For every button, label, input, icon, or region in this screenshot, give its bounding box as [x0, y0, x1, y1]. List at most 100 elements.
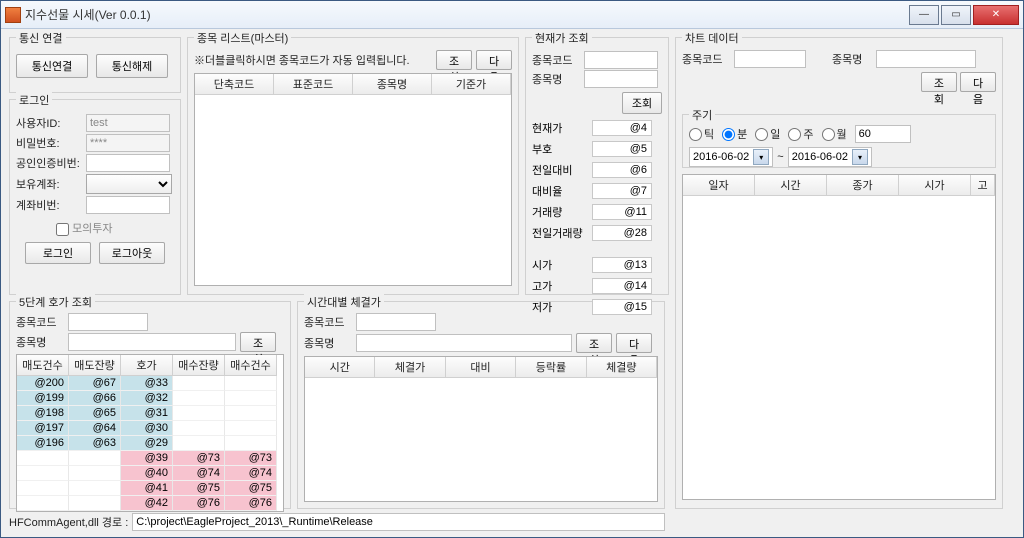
date-to[interactable]: 2016-06-02 ▾ — [788, 147, 872, 167]
table-cell — [173, 421, 225, 436]
cur-code-input[interactable] — [584, 51, 658, 69]
table-cell — [225, 376, 277, 391]
group-period: 주기 틱분일주월 2016-06-02 ▾ ~ 2016-06-02 — [682, 114, 996, 168]
tt-name-input[interactable] — [356, 334, 572, 352]
tt-code-input[interactable] — [356, 313, 436, 331]
ch-col-4: 고 — [971, 175, 995, 196]
disconnect-button[interactable]: 통신해제 — [96, 54, 168, 78]
fivestep-table[interactable]: 매도건수 매도잔량 호가 매수잔량 매수건수 @200@67@33@199@66… — [16, 354, 284, 512]
master-next-button[interactable]: 다음 — [476, 50, 512, 70]
period-option[interactable]: 주 — [788, 126, 813, 142]
table-cell: @64 — [69, 421, 121, 436]
maximize-button[interactable]: ▭ — [941, 5, 971, 25]
table-cell — [69, 451, 121, 466]
fivestep-name-label: 종목명 — [16, 334, 68, 350]
master-col-0: 단축코드 — [195, 74, 274, 95]
group-master: 종목 리스트(마스터) ※더블클릭하시면 종목코드가 자동 입력됩니다. 조회 … — [187, 37, 519, 295]
master-table[interactable]: 단축코드 표준코드 종목명 기준가 — [194, 73, 512, 286]
table-cell — [17, 511, 69, 512]
table-cell: @196 — [17, 436, 69, 451]
table-cell: @40 — [121, 466, 173, 481]
period-option[interactable]: 월 — [822, 126, 847, 142]
tt-query-button[interactable]: 조회 — [576, 333, 612, 353]
account-combo[interactable] — [86, 174, 172, 194]
kv-label: 저가 — [532, 299, 592, 315]
fivestep-name-input[interactable] — [68, 333, 236, 351]
chart-code-label: 종목코드 — [682, 51, 730, 67]
kv-value: @7 — [592, 183, 652, 199]
password-label: 비밀번호: — [16, 135, 86, 151]
table-cell — [69, 496, 121, 511]
table-cell — [173, 376, 225, 391]
chart-name-input[interactable] — [876, 50, 976, 68]
group-login-label: 로그인 — [16, 92, 52, 108]
period-option[interactable]: 틱 — [689, 126, 714, 142]
accountpw-label: 계좌비번: — [16, 197, 86, 213]
app-icon — [5, 7, 21, 23]
fivestep-query-button[interactable]: 조회 — [240, 332, 276, 352]
group-fivestep-label: 5단계 호가 조회 — [16, 294, 95, 310]
fs-col-2: 호가 — [121, 355, 173, 376]
table-cell — [173, 391, 225, 406]
period-option[interactable]: 분 — [722, 126, 747, 142]
calendar-icon[interactable]: ▾ — [852, 149, 868, 165]
table-cell: @76 — [173, 496, 225, 511]
footer-label: HFCommAgent,dll 경로 : — [9, 514, 128, 530]
tt-name-label: 종목명 — [304, 335, 356, 351]
window-title: 지수선물 시세(Ver 0.0.1) — [25, 6, 907, 23]
tt-table[interactable]: 시간 체결가 대비 등락률 체결량 — [304, 356, 658, 502]
table-cell — [225, 421, 277, 436]
footer-path[interactable] — [132, 513, 665, 531]
password-field[interactable] — [86, 134, 170, 152]
ch-col-3: 시가 — [899, 175, 971, 196]
group-chart: 차트 데이터 종목코드 종목명 조회 다음 주기 — [675, 37, 1003, 509]
date-from[interactable]: 2016-06-02 ▾ — [689, 147, 773, 167]
chart-code-input[interactable] — [734, 50, 806, 68]
group-current: 현재가 조회 종목코드 종목명 조회 현재가@4부호@5전일대비@6대비율@7거… — [525, 37, 669, 295]
table-cell — [225, 436, 277, 451]
table-cell — [17, 481, 69, 496]
accountpw-field[interactable] — [86, 196, 170, 214]
table-cell: @65 — [69, 406, 121, 421]
period-option[interactable]: 일 — [755, 126, 780, 142]
login-button[interactable]: 로그인 — [25, 242, 91, 264]
table-cell: @197 — [17, 421, 69, 436]
kv-value: @4 — [592, 120, 652, 136]
user-id-field[interactable] — [86, 114, 170, 132]
chart-name-label: 종목명 — [832, 51, 872, 67]
table-cell: @76 — [225, 496, 277, 511]
chart-next-button[interactable]: 다음 — [960, 72, 996, 92]
period-value-input[interactable] — [855, 125, 911, 143]
table-cell: @63 — [69, 436, 121, 451]
kv-value: @6 — [592, 162, 652, 178]
close-button[interactable]: ✕ — [973, 5, 1019, 25]
cert-field[interactable] — [86, 154, 170, 172]
table-cell — [225, 406, 277, 421]
table-cell: @66 — [69, 391, 121, 406]
connect-button[interactable]: 통신연결 — [16, 54, 88, 78]
group-fivestep: 5단계 호가 조회 종목코드 종목명 조회 매도건수 매도잔량 호가 매수 — [9, 301, 291, 509]
table-cell: @32 — [121, 391, 173, 406]
ch-col-1: 시간 — [755, 175, 827, 196]
logout-button[interactable]: 로그아웃 — [99, 242, 165, 264]
master-query-button[interactable]: 조회 — [436, 50, 472, 70]
tt-next-button[interactable]: 다음 — [616, 333, 652, 353]
cur-name-input[interactable] — [584, 70, 658, 88]
minimize-button[interactable]: — — [909, 5, 939, 25]
fivestep-code-input[interactable] — [68, 313, 148, 331]
calendar-icon[interactable]: ▾ — [753, 149, 769, 165]
table-cell: @75 — [225, 481, 277, 496]
table-cell: @67 — [69, 376, 121, 391]
group-connection: 통신 연결 통신연결 통신해제 — [9, 37, 181, 93]
group-master-label: 종목 리스트(마스터) — [194, 30, 291, 46]
ch-col-0: 일자 — [683, 175, 755, 196]
tt-col-3: 등락률 — [516, 357, 586, 378]
fs-col-0: 매도건수 — [17, 355, 69, 376]
table-cell: @198 — [17, 406, 69, 421]
kv-label: 거래량 — [532, 204, 592, 220]
cur-query-button[interactable]: 조회 — [622, 92, 662, 114]
chart-query-button[interactable]: 조회 — [921, 72, 957, 92]
chart-table[interactable]: 일자 시간 종가 시가 고 — [682, 174, 996, 500]
kv-value: @15 — [592, 299, 652, 315]
mock-checkbox[interactable] — [56, 223, 69, 236]
